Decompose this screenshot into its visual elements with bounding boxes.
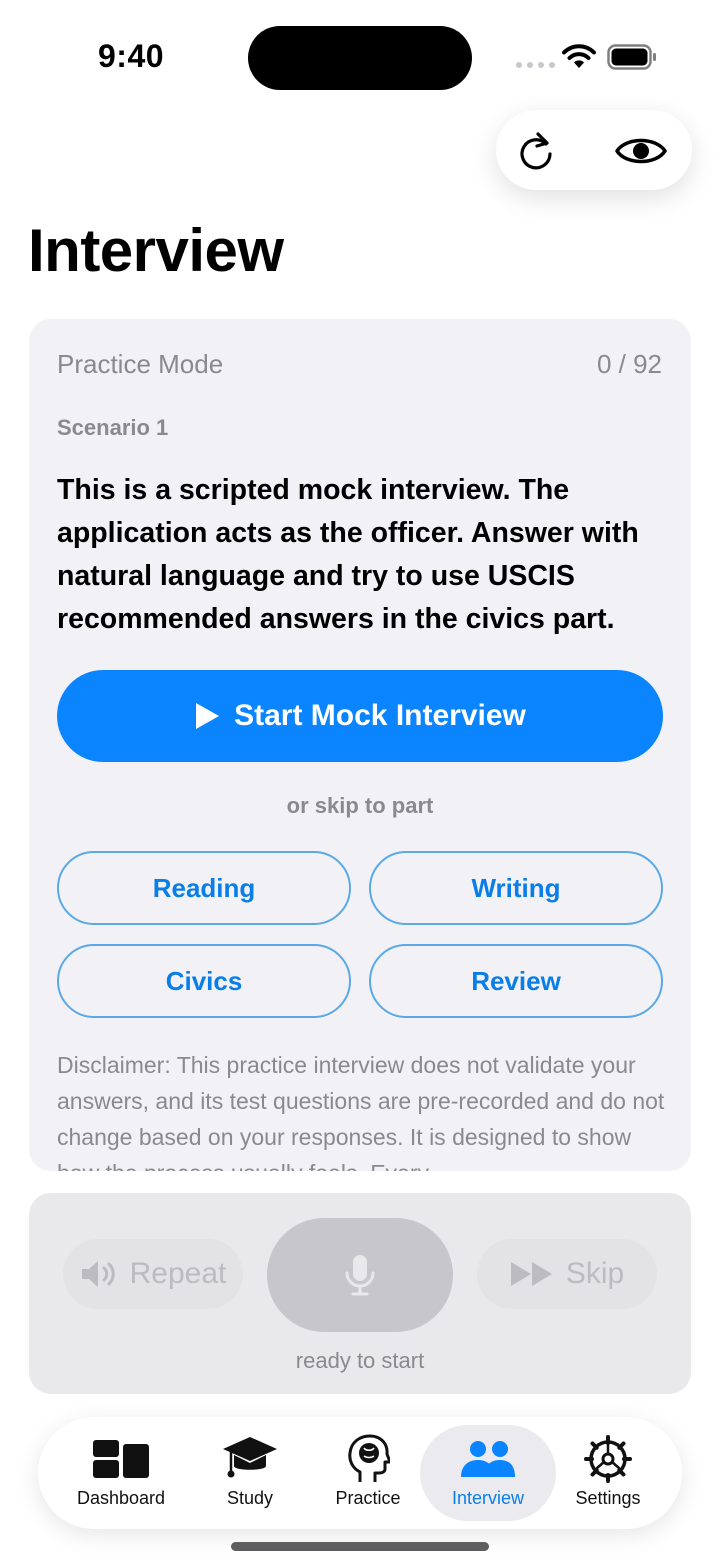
disclaimer-text: Disclaimer: This practice interview does… — [57, 1052, 665, 1171]
page-title: Interview — [28, 217, 284, 284]
review-part-button[interactable]: Review — [369, 944, 663, 1018]
brain-head-icon — [348, 1434, 390, 1482]
battery-icon — [607, 44, 656, 70]
start-mock-interview-button[interactable]: Start Mock Interview — [57, 670, 663, 762]
eye-icon[interactable] — [614, 134, 668, 168]
tab-dashboard[interactable]: Dashboard — [64, 1417, 178, 1529]
tab-practice-label: Practice — [335, 1488, 401, 1508]
play-icon — [196, 703, 220, 729]
gear-icon — [584, 1435, 632, 1483]
people-icon — [461, 1441, 515, 1477]
cellular-signal-icon — [516, 62, 555, 68]
graduation-cap-icon — [223, 1437, 277, 1478]
tab-dashboard-label: Dashboard — [76, 1488, 166, 1508]
wifi-icon — [562, 44, 596, 68]
tab-practice[interactable]: Practice — [318, 1417, 418, 1529]
interview-controls: Repeat Skip ready to start — [29, 1193, 691, 1394]
tab-settings[interactable]: Settings — [560, 1417, 656, 1529]
repeat-label: Repeat — [129, 1257, 227, 1290]
speaker-icon — [81, 1261, 115, 1287]
status-text: ready to start — [295, 1348, 425, 1373]
start-button-label: Start Mock Interview — [234, 699, 526, 732]
tab-study[interactable]: Study — [198, 1417, 302, 1529]
skip-label: Skip — [565, 1257, 625, 1290]
interview-card: Practice Mode 0 / 92 Scenario 1 This is … — [29, 319, 691, 1171]
dashboard-icon — [93, 1440, 149, 1478]
toolbar-pill — [496, 110, 692, 190]
microphone-button[interactable] — [267, 1218, 453, 1332]
repeat-button[interactable]: Repeat — [63, 1239, 243, 1309]
reading-part-button[interactable]: Reading — [57, 851, 351, 925]
civics-part-button[interactable]: Civics — [57, 944, 351, 1018]
progress-count: 0 / 92 — [596, 349, 662, 379]
fast-forward-icon — [510, 1262, 552, 1286]
tab-interview-label: Interview — [451, 1488, 525, 1508]
dynamic-island — [248, 26, 472, 90]
tab-interview[interactable]: Interview — [420, 1425, 556, 1521]
tab-bar: Dashboard Study Practice Interview Setti… — [38, 1417, 682, 1529]
scenario-label: Scenario 1 — [57, 415, 169, 440]
skip-to-part-label: or skip to part — [286, 793, 434, 818]
home-indicator — [231, 1542, 489, 1551]
intro-text: This is a scripted mock interview. The a… — [57, 474, 639, 635]
tab-study-label: Study — [226, 1488, 274, 1508]
skip-button[interactable]: Skip — [477, 1239, 657, 1309]
mode-label: Practice Mode — [57, 349, 224, 379]
tab-settings-label: Settings — [575, 1488, 641, 1508]
writing-part-button[interactable]: Writing — [369, 851, 663, 925]
microphone-icon — [345, 1255, 375, 1296]
refresh-icon[interactable] — [516, 130, 556, 172]
status-time: 9:40 — [98, 38, 165, 74]
